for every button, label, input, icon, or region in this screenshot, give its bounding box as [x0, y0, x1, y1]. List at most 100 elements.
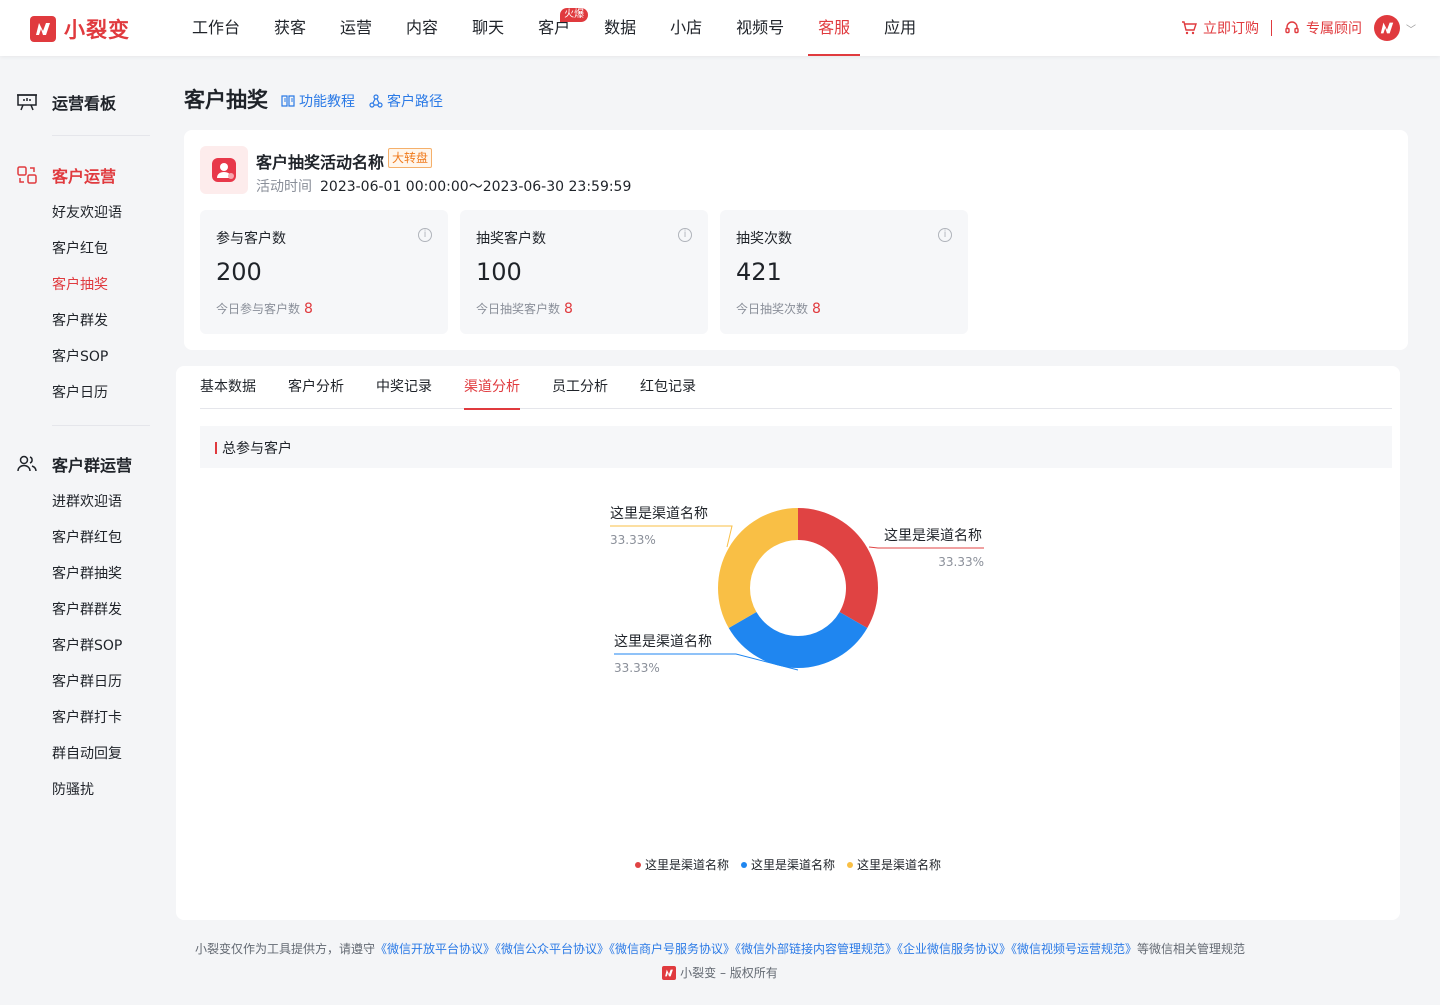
sidebar-item[interactable]: 防骚扰 — [52, 779, 94, 799]
chevron-down-icon[interactable]: ﹀ — [1406, 21, 1416, 36]
sidebar-item[interactable]: 客户红包 — [52, 238, 108, 258]
tab[interactable]: 渠道分析 — [464, 366, 520, 410]
tab[interactable]: 客户分析 — [288, 366, 344, 409]
slice-label: 这里是渠道名称 — [610, 505, 708, 522]
footer-agreement-link[interactable]: 《微信开放平台协议》 — [375, 942, 495, 956]
info-icon[interactable]: i — [678, 228, 692, 242]
sidebar-group-group-ops[interactable]: 客户群运营 — [16, 452, 132, 476]
nav-item[interactable]: 内容 — [396, 0, 448, 56]
sidebar-item[interactable]: 客户SOP — [52, 346, 108, 366]
sidebar-item[interactable]: 客户群红包 — [52, 527, 122, 547]
legend-dot — [847, 861, 853, 868]
footer-logo-icon — [662, 965, 677, 980]
stat-card-drawers: 抽奖客户数 i 100 今日抽奖客户数 8 — [460, 210, 708, 334]
main-nav: 工作台 获客 运营 内容 聊天 客户 火爆 数据 小店 视频号 客服 应用 — [182, 0, 940, 56]
tutorial-link[interactable]: 功能教程 — [281, 91, 355, 111]
nav-item[interactable]: 视频号 — [726, 0, 794, 56]
legend-label: 这里是渠道名称 — [750, 858, 835, 872]
lottery-icon — [200, 146, 248, 194]
order-button[interactable]: 立即订购 — [1181, 18, 1259, 38]
analysis-tabs: 基本数据 客户分析 中奖记录 渠道分析 员工分析 红包记录 — [200, 366, 1392, 410]
legend-dot — [634, 861, 641, 868]
section-title: 总参与客户 — [222, 441, 292, 457]
sidebar-item[interactable]: 好友欢迎语 — [52, 202, 122, 222]
sidebar-group-customer-ops[interactable]: 客户运营 — [16, 163, 116, 187]
footer-copyright: 小裂变 – 版权所有 — [680, 966, 778, 980]
section-accent-bar — [215, 442, 217, 454]
activity-info-card: 客户抽奖活动名称 大转盘 活动时间 2023-06-01 00:00:00～20… — [184, 130, 1408, 350]
legend-dot — [740, 861, 747, 868]
cart-icon — [1182, 21, 1197, 35]
slice-percent-label: 33.33% — [938, 555, 984, 569]
top-right-actions: 立即订购 专属顾问 ﹀ — [1181, 0, 1416, 56]
sidebar-item[interactable]: 客户群发 — [52, 310, 108, 330]
sidebar-item[interactable]: 客户日历 — [52, 382, 108, 402]
advisor-button[interactable]: 专属顾问 — [1284, 18, 1362, 38]
nav-item[interactable]: 客服 — [808, 0, 861, 56]
legend-item[interactable]: 这里是渠道名称 — [847, 856, 941, 873]
nav-item-label: 小店 — [670, 18, 703, 37]
top-navigation-bar: 小裂变 工作台 获客 运营 内容 聊天 客户 火爆 数据 小店 视频号 客服 应用 立即订购 专属顾问… — [0, 0, 1440, 56]
stat-sub-value: 8 — [564, 301, 573, 317]
sidebar-item[interactable]: 进群欢迎语 — [52, 491, 122, 511]
nav-item[interactable]: 运营 — [330, 0, 382, 56]
users-icon — [17, 455, 37, 472]
advisor-label: 专属顾问 — [1306, 21, 1362, 37]
path-icon — [369, 94, 383, 108]
nav-item[interactable]: 工作台 — [182, 0, 250, 56]
brand-logo[interactable]: 小裂变 — [30, 14, 130, 44]
donut-slice[interactable] — [798, 508, 878, 628]
stat-label: 抽奖次数 — [736, 231, 792, 247]
channel-donut-chart: 这里是渠道名称 33.33% 这里是渠道名称 33.33% 这里是渠道名称 33.33% — [610, 505, 984, 675]
nav-item[interactable]: 小店 — [660, 0, 712, 56]
stat-label: 参与客户数 — [216, 231, 286, 247]
footer-agreement-link[interactable]: 《微信外部链接内容管理规范》 — [735, 942, 897, 956]
label-leader-line — [868, 546, 984, 549]
info-icon[interactable]: i — [938, 228, 952, 242]
sidebar-item-dashboard[interactable]: 运营看板 — [16, 90, 116, 114]
nav-item[interactable]: 获客 — [264, 0, 316, 56]
stat-value: 200 — [216, 258, 262, 286]
hot-badge: 火爆 — [560, 8, 589, 22]
sidebar-item[interactable]: 客户抽奖 — [52, 274, 108, 294]
legend-item[interactable]: 这里是渠道名称 — [740, 856, 835, 873]
footer-agreement-link[interactable]: 《微信视频号运营规范》 — [1011, 942, 1137, 956]
sidebar-item[interactable]: 客户群打卡 — [52, 707, 122, 727]
footer-agreement-link[interactable]: 《微信商户号服务协议》 — [609, 942, 735, 956]
nav-item[interactable]: 应用 — [874, 0, 926, 56]
sidebar-group2-title: 客户群运营 — [52, 456, 133, 475]
book-icon — [281, 95, 295, 107]
nav-item[interactable]: 聊天 — [462, 0, 514, 56]
tutorial-link-label: 功能教程 — [299, 94, 355, 110]
sidebar-item[interactable]: 客户群抽奖 — [52, 563, 122, 583]
sidebar-group1-title: 客户运营 — [52, 167, 117, 186]
tab[interactable]: 红包记录 — [640, 366, 696, 409]
footer-agreement-link[interactable]: 《企业微信服务协议》 — [897, 942, 1011, 956]
analysis-card: 基本数据 客户分析 中奖记录 渠道分析 员工分析 红包记录 总参与客户 这里是渠道名称 33… — [176, 366, 1400, 920]
legend-item[interactable]: 这里是渠道名称 — [634, 856, 729, 873]
stat-sub-value: 8 — [304, 301, 313, 317]
footer-agreement-link[interactable]: 《微信公众平台协议》 — [495, 942, 609, 956]
activity-time-label: 活动时间 — [256, 179, 312, 195]
legend-label: 这里是渠道名称 — [644, 858, 729, 872]
tab[interactable]: 中奖记录 — [376, 366, 432, 409]
donut-slice[interactable] — [728, 612, 868, 668]
sidebar-item[interactable]: 客户群日历 — [52, 671, 122, 691]
info-icon[interactable]: i — [418, 228, 432, 242]
tab[interactable]: 员工分析 — [552, 366, 608, 409]
stat-sub-label: 今日抽奖客户数 — [476, 302, 561, 316]
customer-path-link[interactable]: 客户路径 — [369, 91, 443, 111]
sidebar-item[interactable]: 客户群群发 — [52, 599, 122, 619]
footer-copyright-row: 小裂变 – 版权所有 — [0, 964, 1440, 981]
tab[interactable]: 基本数据 — [200, 366, 256, 409]
sidebar-item[interactable]: 客户群SOP — [52, 635, 122, 655]
activity-time-value: 2023-06-01 00:00:00～2023-06-30 23:59:59 — [320, 179, 632, 195]
nav-item[interactable]: 客户 火爆 — [528, 0, 589, 56]
customer-ops-icon — [17, 166, 37, 184]
user-avatar[interactable] — [1374, 15, 1400, 41]
nav-item-label: 聊天 — [472, 18, 505, 37]
stat-sub: 今日抽奖次数 8 — [736, 300, 821, 317]
nav-item-label: 运营 — [340, 18, 373, 37]
sidebar-item[interactable]: 群自动回复 — [52, 743, 122, 763]
nav-item[interactable]: 数据 — [594, 0, 646, 56]
